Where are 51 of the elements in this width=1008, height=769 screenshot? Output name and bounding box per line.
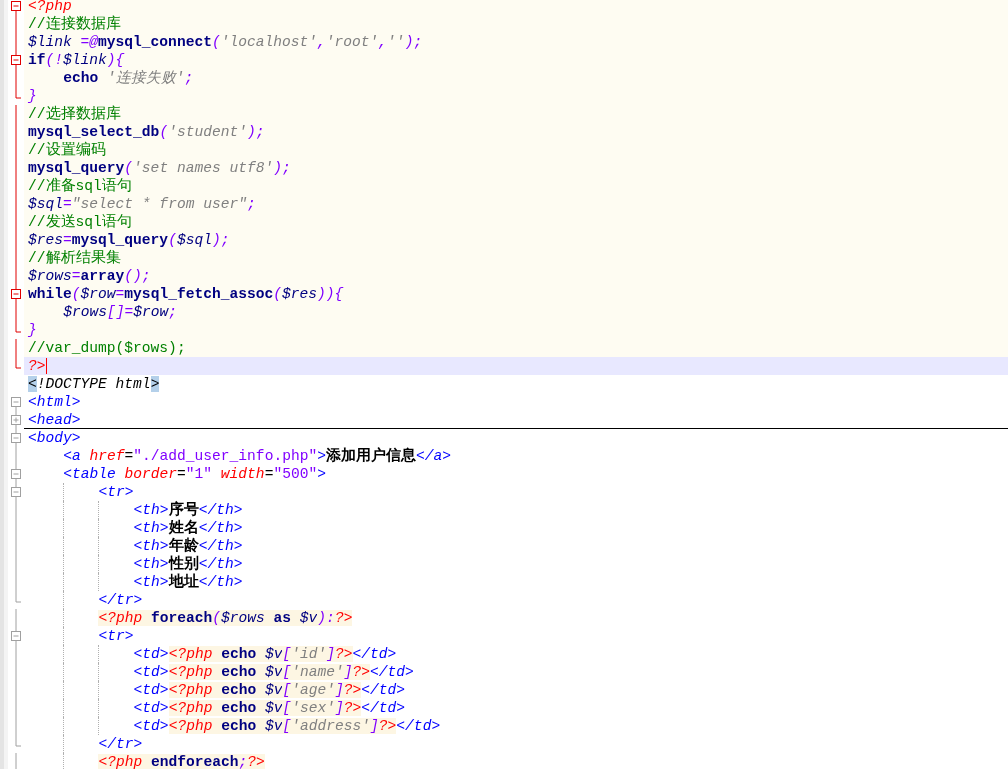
code-line: <head> [28, 411, 81, 428]
fold-collapse-icon[interactable] [11, 0, 21, 15]
code-line: //连接数据库 [28, 15, 121, 33]
code-line: ?> [28, 357, 46, 375]
fold-collapse-icon[interactable] [11, 627, 21, 645]
code-line: //设置编码 [28, 141, 106, 159]
code-line: //发送sql语句 [28, 213, 132, 231]
code-line: $link =@mysql_connect('localhost','root',''); [28, 33, 423, 51]
fold-collapse-icon[interactable] [11, 285, 21, 303]
code-line: <?php foreach($rows as $v):?> [98, 609, 353, 627]
code-line: //var_dump($rows); [28, 339, 186, 357]
fold-collapse-icon[interactable] [11, 429, 21, 447]
fold-collapse-icon[interactable] [11, 465, 21, 483]
code-line: <td><?php echo $v['id']?></td> [133, 645, 397, 663]
code-line: echo '连接失败'; [63, 69, 194, 87]
code-line: //准备sql语句 [28, 177, 132, 195]
fold-expand-icon[interactable] [11, 411, 21, 429]
code-line: //选择数据库 [28, 105, 121, 123]
fold-collapse-icon[interactable] [11, 483, 21, 501]
code-line: <td><?php echo $v['name']?></td> [133, 663, 414, 681]
code-line: <th>性别</th> [133, 555, 243, 573]
code-line: $sql="select * from user"; [28, 195, 256, 213]
code-line: while($row=mysql_fetch_assoc($res)){ [28, 285, 344, 303]
code-line: <?php [28, 0, 72, 15]
code-line: <!DOCTYPE html> [28, 375, 160, 393]
code-line: <tr> [98, 483, 134, 501]
code-line: <td><?php echo $v['age']?></td> [133, 681, 406, 699]
code-line: </tr> [98, 591, 143, 609]
code-line: mysql_query('set names utf8'); [28, 159, 291, 177]
code-line: if(!$link){ [28, 51, 125, 69]
code-line: //解析结果集 [28, 249, 121, 267]
code-line: } [28, 87, 37, 105]
code-line: <td><?php echo $v['sex']?></td> [133, 699, 406, 717]
code-line: <table border="1" width="500"> [63, 465, 326, 483]
code-line: <body> [28, 429, 81, 447]
code-line: mysql_select_db('student'); [28, 123, 265, 141]
fold-collapse-icon[interactable] [11, 51, 21, 69]
code-line: </tr> [98, 735, 143, 753]
code-line: <th>地址</th> [133, 573, 243, 591]
code-line: <th>姓名</th> [133, 519, 243, 537]
code-line: $rows[]=$row; [63, 303, 178, 321]
code-line: } [28, 321, 37, 339]
code-line: <html> [28, 393, 81, 411]
code-line: <th>年龄</th> [133, 537, 243, 555]
code-line: <tr> [98, 627, 134, 645]
code-line: <th>序号</th> [133, 501, 243, 519]
code-line: <td><?php echo $v['address']?></td> [133, 717, 441, 735]
code-line: <?php endforeach;?> [98, 753, 265, 769]
code-line: $rows=array(); [28, 267, 151, 285]
code-line: <a href="./add_user_info.php">添加用户信息</a> [63, 447, 451, 465]
code-line: $res=mysql_query($sql); [28, 231, 230, 249]
